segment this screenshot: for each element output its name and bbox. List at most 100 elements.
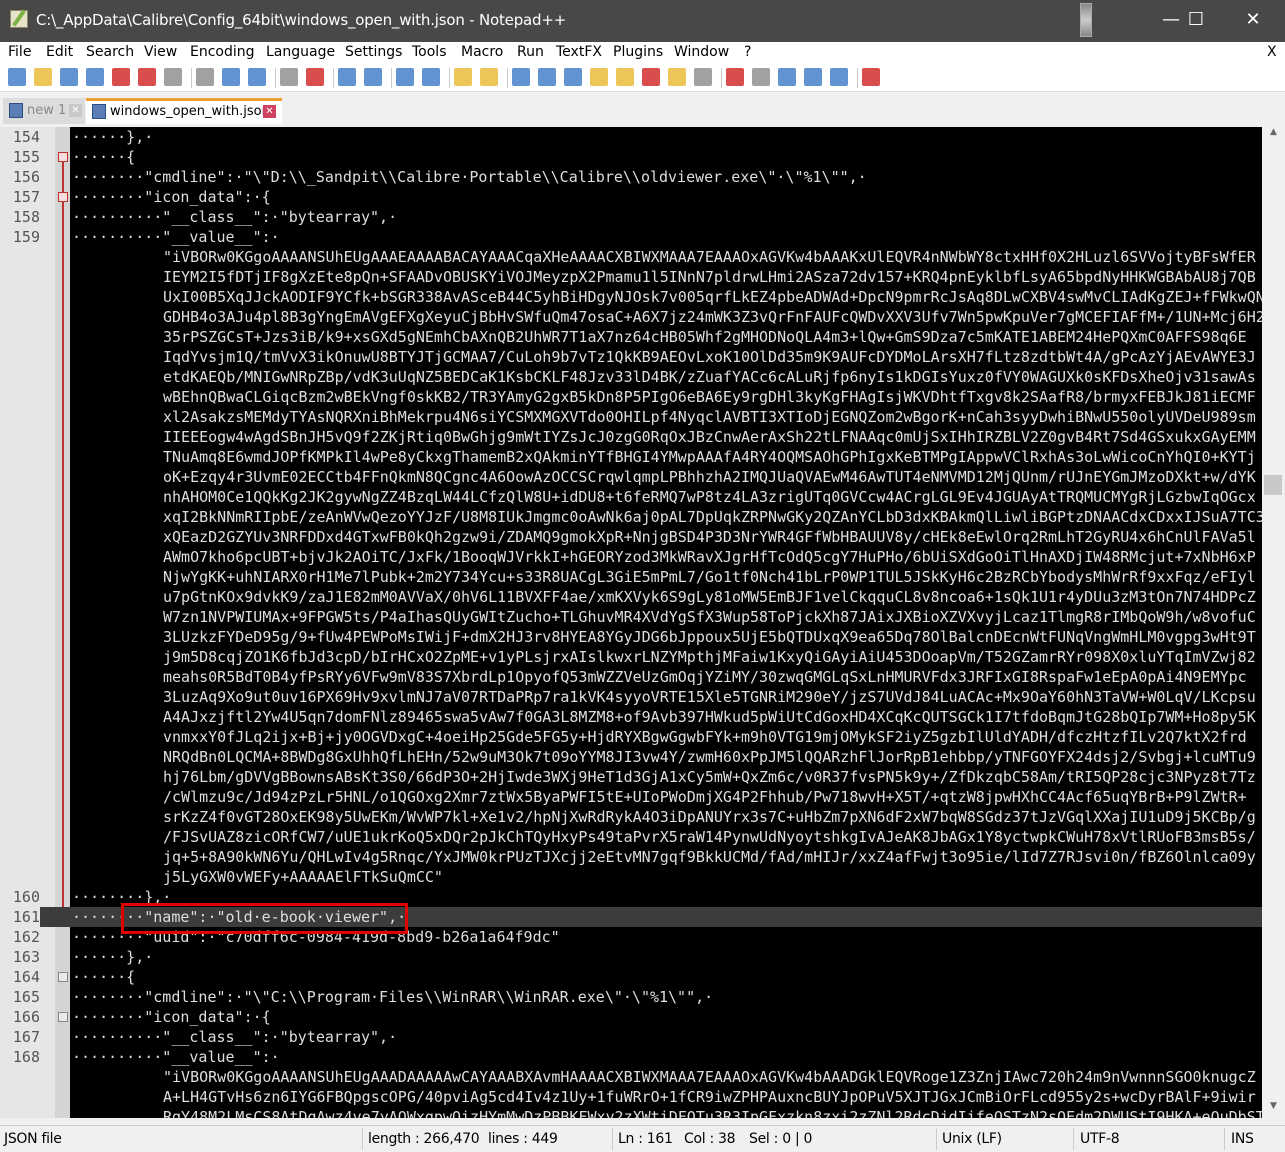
maximize-button[interactable]: ☐ — [1173, 0, 1219, 42]
play-macro-icon[interactable] — [778, 68, 796, 86]
menu-textfx[interactable]: TextFX — [556, 44, 602, 60]
show-all-chars-icon[interactable] — [538, 68, 556, 86]
code-line[interactable]: 165 ········"cmdline":·"\"C:\\Program·Fil… — [0, 987, 1262, 1007]
tab-close-icon[interactable]: ✕ — [69, 104, 82, 117]
vertical-scrollbar[interactable]: ▲ ▼ — [1262, 127, 1285, 1118]
replace-icon[interactable] — [364, 68, 382, 86]
fold-toggle-icon[interactable] — [58, 1012, 68, 1022]
word-wrap-icon[interactable] — [512, 68, 530, 86]
code-line-wrap[interactable]: etdKAEQb/MNIGwNRpZBp/vdK3uUqNZ5BEDCaK1Ks… — [0, 367, 1262, 387]
record-macro-icon[interactable] — [726, 68, 744, 86]
paste-icon[interactable] — [248, 68, 266, 86]
cut-icon[interactable] — [196, 68, 214, 86]
code-line-wrap[interactable]: "iVBORw0KGgoAAAANSUhEUgAAAEAAAABACAYAAAC… — [0, 247, 1262, 267]
save-all-icon[interactable] — [86, 68, 104, 86]
save-macro-icon[interactable] — [830, 68, 848, 86]
code-line-wrap[interactable]: RgY48M2LMsCS8AtDgAwz4ve7yAQWxgpwQizHYmMw… — [0, 1107, 1262, 1118]
code-line-wrap[interactable]: xQEazD2GZYUv3NRFDDxd4GTxwFB0kQh2gzw9i/ZD… — [0, 527, 1262, 547]
stop-macro-icon[interactable] — [752, 68, 770, 86]
code-line[interactable]: 157 ········"icon_data":·{ — [0, 187, 1262, 207]
code-line-wrap[interactable]: NjwYgKK+uhNIARX0rH1Me7lPubk+2m2Y734Ycu+s… — [0, 567, 1262, 587]
document-map-icon[interactable] — [616, 68, 634, 86]
fold-toggle-icon[interactable] — [58, 152, 68, 162]
code-line-wrap[interactable]: oK+Ezqy4r3UvmE02ECCtb4FFnQkmN8QCgnc4A6Oo… — [0, 467, 1262, 487]
indent-guide-icon[interactable] — [564, 68, 582, 86]
run-macro-multiple-icon[interactable] — [804, 68, 822, 86]
code-line-wrap[interactable]: hj76Lbm/gDVVgBBownsABsKt3S0/66dP3O+2HjIw… — [0, 767, 1262, 787]
tab-windows-open-with-json[interactable]: windows_open_with.json ✕ — [86, 98, 282, 124]
folder-workspace-icon[interactable] — [668, 68, 686, 86]
menu-file[interactable]: File — [8, 44, 31, 60]
fold-toggle-icon[interactable] — [58, 192, 68, 202]
menu-tools[interactable]: Tools — [412, 44, 447, 60]
sync-horizontal-icon[interactable] — [480, 68, 498, 86]
code-line[interactable]: 154 ······},· — [0, 127, 1262, 147]
tab-new-1[interactable]: new 1 ✕ — [3, 98, 85, 124]
code-line-wrap[interactable]: /cWlmzu9c/Jd94zPzLr5HNL/o1QGOxg2Xmr7ztWx… — [0, 787, 1262, 807]
monitoring-icon[interactable] — [694, 68, 712, 86]
code-line-wrap[interactable]: xl2AsakzsMEMdyTYAsNQRXniBhMekrpu4N6siYCS… — [0, 407, 1262, 427]
code-line-wrap[interactable]: j9m5D8cqjZO1K6fbJd3cpD/bIrHCxO2ZpME+v1yP… — [0, 647, 1262, 667]
save-icon[interactable] — [60, 68, 78, 86]
menu-macro[interactable]: Macro — [461, 44, 503, 60]
code-line-wrap[interactable]: 3LuzAq9Xo9ut0uv16PX69Hv9xvlmNJ7aV07RTDaP… — [0, 687, 1262, 707]
code-line[interactable]: 159 ··········"__value__":· — [0, 227, 1262, 247]
scroll-up-icon[interactable]: ▲ — [1262, 127, 1285, 144]
code-line-wrap[interactable]: nhAHOM0Ce1QQkKg2JK2gywNgZZ4BzqLW44LCfzQl… — [0, 487, 1262, 507]
redo-icon[interactable] — [306, 68, 324, 86]
code-line-wrap[interactable]: W7zn1NVPWIUMAx+9FPGW5ts/P4aIhasQUyGWItZu… — [0, 607, 1262, 627]
close-document-button[interactable]: X — [1267, 44, 1277, 60]
code-line-wrap[interactable]: "iVBORw0KGgoAAAANSUhEUgAAADAAAAAwCAYAAAB… — [0, 1067, 1262, 1087]
code-line-wrap[interactable]: AWmO7kho6pcUBT+bjvJk2AOiTC/JxFk/1BooqWJV… — [0, 547, 1262, 567]
scroll-down-icon[interactable]: ▼ — [1262, 1101, 1285, 1118]
function-list-icon[interactable] — [642, 68, 660, 86]
code-line-wrap[interactable]: xqI2BkNNmRIIpbE/zeAnWVwQezoYYJzF/U8M8IUk… — [0, 507, 1262, 527]
menu-encoding[interactable]: Encoding — [190, 44, 255, 60]
tab-scroll-handle[interactable] — [1080, 3, 1092, 37]
new-file-icon[interactable] — [8, 68, 26, 86]
menu-help[interactable]: ? — [744, 44, 751, 60]
code-line-wrap[interactable]: UxI00B5XqJJckAODIF9YCfk+bSGR338AvASceB44… — [0, 287, 1262, 307]
copy-icon[interactable] — [222, 68, 240, 86]
fold-toggle-icon[interactable] — [58, 972, 68, 982]
menu-edit[interactable]: Edit — [46, 44, 73, 60]
code-line-wrap[interactable]: TNuAmq8E6wmdJOPfKMPkIl4wPe8yCkxgThamemB2… — [0, 447, 1262, 467]
udl-icon[interactable] — [590, 68, 608, 86]
code-line-wrap[interactable]: /FJSvUAZ8zicORfCW7/uUE1ukrKoQ5xDQr2pJkCh… — [0, 827, 1262, 847]
tab-close-icon[interactable]: ✕ — [263, 105, 276, 118]
code-line-wrap[interactable]: srKzZ4f0vGT28OxEK98y5UwEKm/WvWP7kl+Xe1v2… — [0, 807, 1262, 827]
close-all-icon[interactable] — [138, 68, 156, 86]
undo-icon[interactable] — [280, 68, 298, 86]
code-line[interactable]: 155 ······{ — [0, 147, 1262, 167]
code-line-wrap[interactable]: GDHB4o3AJu4pl8B3gYngEmAVgEFXgXeyuCjBbHvS… — [0, 307, 1262, 327]
code-line-wrap[interactable]: IqdYvsjm1Q/tmVvX3ikOnuwU8BTYJTjGCMAA7/Cu… — [0, 347, 1262, 367]
text-editor[interactable]: 154 ······},· 155 ······{156 ········"cmdlin… — [0, 127, 1262, 1118]
code-line[interactable]: 166 ········"icon_data":·{ — [0, 1007, 1262, 1027]
code-line[interactable]: 164 ······{ — [0, 967, 1262, 987]
close-button[interactable]: ✕ — [1230, 0, 1276, 42]
menu-run[interactable]: Run — [517, 44, 544, 60]
code-line-wrap[interactable]: u7pGtnKOx9dvkK9/zaJ1E82mM0AVVaX/0hV6L11B… — [0, 587, 1262, 607]
code-line-wrap[interactable]: j5LyGXW0vWEFy+AAAAAElFTkSuQmCC" — [0, 867, 1262, 887]
menu-view[interactable]: View — [144, 44, 177, 60]
code-line-wrap[interactable]: IEYM2I5fDTjIF8gXzEte8pQn+SFAADvOBUSKYiVO… — [0, 267, 1262, 287]
code-line-wrap[interactable]: wBEhnQBwaCLGiqcBzm2wBEkVngf0skKB2/TR3YAm… — [0, 387, 1262, 407]
sync-vertical-icon[interactable] — [454, 68, 472, 86]
zoom-out-icon[interactable] — [422, 68, 440, 86]
menu-search[interactable]: Search — [86, 44, 134, 60]
code-line-wrap[interactable]: IIEEEogw4wAgdSBnJH5vQ9f2ZKjRtiq0BwGhjg9m… — [0, 427, 1262, 447]
code-line-wrap[interactable]: vnmxxY0fJLq2ijx+Bj+jy0OGVDxgC+4oeiHp25Gd… — [0, 727, 1262, 747]
code-line-wrap[interactable]: 3LUzkzFYDeD95g/9+fUw4PEWPoMsIWijF+dmX2HJ… — [0, 627, 1262, 647]
code-line[interactable]: 156 ········"cmdline":·"\"D:\\_Sandpit\\C… — [0, 167, 1262, 187]
spellcheck-icon[interactable] — [862, 68, 880, 86]
code-line-wrap[interactable]: meahs0R5BdT0B4yfPsRYy6VFw9mV83S7XbrdLp1O… — [0, 667, 1262, 687]
code-line[interactable]: 168 ··········"__value__":· — [0, 1047, 1262, 1067]
code-line-wrap[interactable]: A4AJxzjftl2Yw4U5qn7domFNlz89465swa5vAw7f… — [0, 707, 1262, 727]
menu-settings[interactable]: Settings — [345, 44, 402, 60]
code-line[interactable]: 158 ··········"__class__":·"bytearray",· — [0, 207, 1262, 227]
print-icon[interactable] — [164, 68, 182, 86]
close-icon[interactable] — [112, 68, 130, 86]
find-icon[interactable] — [338, 68, 356, 86]
code-line-wrap[interactable]: A+LH4GTvHs6zn6IYG6FBQpgscOPG/40pviAg5cd4… — [0, 1087, 1262, 1107]
code-line[interactable]: 163 ······},· — [0, 947, 1262, 967]
